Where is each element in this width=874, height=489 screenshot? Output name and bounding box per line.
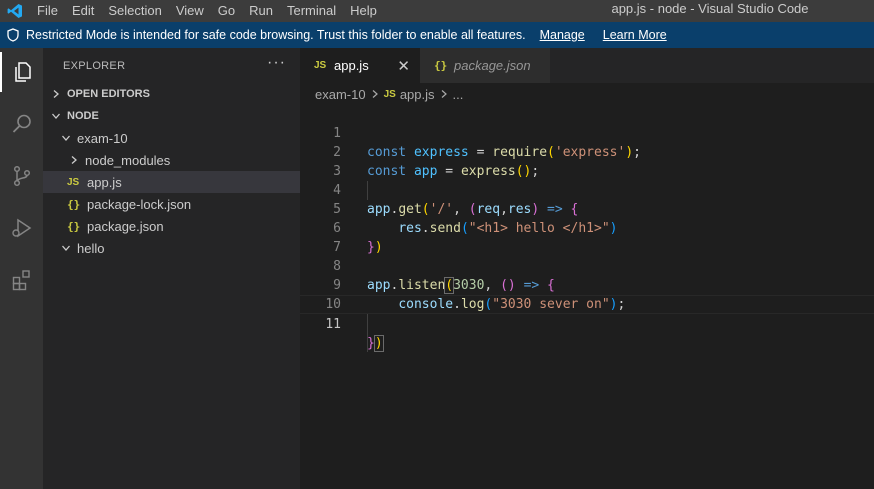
run-debug-icon[interactable]	[0, 208, 43, 248]
code-line: 5 res.send("<h1> hello </h1>")	[300, 181, 874, 236]
menu-selection[interactable]: Selection	[101, 0, 168, 22]
menu-bar: File Edit Selection View Go Run Terminal…	[30, 0, 384, 22]
explorer-title: EXPLORER	[63, 59, 126, 72]
menu-go[interactable]: Go	[211, 0, 242, 22]
tree-file-app-js[interactable]: JS app.js	[43, 171, 300, 193]
vscode-logo-icon	[0, 0, 30, 22]
chevron-down-icon	[59, 133, 73, 143]
window-title: app.js - node - Visual Studio Code	[611, 1, 809, 16]
menu-run[interactable]: Run	[242, 0, 280, 22]
breadcrumb-folder[interactable]: exam-10	[315, 87, 366, 102]
shield-icon	[0, 22, 26, 48]
tree-folder-hello[interactable]: hello	[43, 237, 300, 259]
explorer-sidebar: EXPLORER ··· OPEN EDITORS NODE exam-10 n…	[43, 48, 300, 489]
tab-label: package.json	[454, 58, 531, 73]
menu-help[interactable]: Help	[343, 0, 384, 22]
code-line: 6 })	[300, 200, 874, 255]
breadcrumb: exam-10 JS app.js ...	[300, 83, 874, 105]
tree-label: package.json	[87, 218, 164, 234]
editor-tabs: JS app.js ✕ {} package.json	[300, 48, 874, 83]
source-control-icon[interactable]	[0, 156, 43, 196]
explorer-icon[interactable]	[0, 52, 43, 92]
js-file-icon: JS	[383, 88, 396, 100]
banner-message: Restricted Mode is intended for safe cod…	[26, 28, 526, 42]
learn-more-link[interactable]: Learn More	[603, 28, 667, 42]
open-editors-section[interactable]: OPEN EDITORS	[43, 83, 300, 105]
js-file-icon: JS	[67, 176, 80, 188]
menu-file[interactable]: File	[30, 0, 65, 22]
tree-label: node_modules	[85, 152, 171, 168]
code-line: 3	[300, 143, 874, 179]
more-actions-icon[interactable]: ···	[267, 55, 286, 71]
tree-label: app.js	[87, 174, 122, 190]
chevron-right-icon	[440, 87, 448, 102]
json-file-icon: {}	[67, 197, 81, 211]
chevron-right-icon	[371, 87, 379, 102]
menu-edit[interactable]: Edit	[65, 0, 101, 22]
json-file-icon: {}	[434, 59, 448, 72]
tree-label: hello	[77, 240, 105, 256]
chevron-down-icon	[49, 111, 63, 121]
tree-label: exam-10	[77, 130, 128, 146]
manage-link[interactable]: Manage	[540, 28, 585, 42]
menu-view[interactable]: View	[169, 0, 211, 22]
js-file-icon: JS	[314, 60, 327, 71]
menu-terminal[interactable]: Terminal	[280, 0, 343, 22]
tree-file-package-lock-json[interactable]: {} package-lock.json	[43, 193, 300, 215]
chevron-right-icon	[67, 155, 81, 165]
json-file-icon: {}	[67, 219, 81, 233]
editor-area: JS app.js ✕ {} package.json exam-10 JS a…	[300, 48, 874, 489]
tree-file-package-json[interactable]: {} package.json	[43, 215, 300, 237]
code-editor[interactable]: 1 const express = require('express'); 2 …	[300, 105, 874, 352]
close-icon[interactable]: ✕	[397, 57, 410, 75]
code-line-current: 11 })	[300, 295, 874, 352]
restricted-mode-banner: Restricted Mode is intended for safe cod…	[0, 22, 874, 48]
node-section[interactable]: NODE	[43, 105, 300, 127]
code-line: 8 app.listen(3030, () => {	[300, 238, 874, 294]
breadcrumb-file[interactable]: app.js	[400, 87, 435, 102]
chevron-down-icon	[59, 243, 73, 253]
chevron-right-icon	[49, 89, 63, 99]
code-line: 4 app.get('/', (req,res) => {	[300, 162, 874, 217]
tab-app-js[interactable]: JS app.js ✕	[300, 48, 420, 83]
explorer-header: EXPLORER ···	[43, 48, 300, 83]
title-bar: File Edit Selection View Go Run Terminal…	[0, 0, 874, 22]
tab-label: app.js	[334, 58, 369, 73]
line-number: 11	[325, 317, 341, 332]
node-label: NODE	[67, 110, 99, 122]
code-line: 9 console.log("3030 sever on");	[300, 257, 874, 312]
tree-folder-node-modules[interactable]: node_modules	[43, 149, 300, 171]
code-line: 7	[300, 219, 874, 255]
tree-label: package-lock.json	[87, 196, 192, 212]
code-text: })	[367, 335, 384, 352]
search-icon[interactable]	[0, 104, 43, 144]
tab-package-json[interactable]: {} package.json	[420, 48, 550, 83]
code-line: 10	[300, 276, 874, 312]
code-line: 1 const express = require('express');	[300, 105, 874, 160]
activity-bar	[0, 48, 43, 489]
tree-folder-exam-10[interactable]: exam-10	[43, 127, 300, 149]
breadcrumb-symbol[interactable]: ...	[453, 87, 464, 102]
code-line: 2 const app = express();	[300, 124, 874, 179]
extensions-icon[interactable]	[0, 260, 43, 300]
open-editors-label: OPEN EDITORS	[67, 88, 150, 100]
